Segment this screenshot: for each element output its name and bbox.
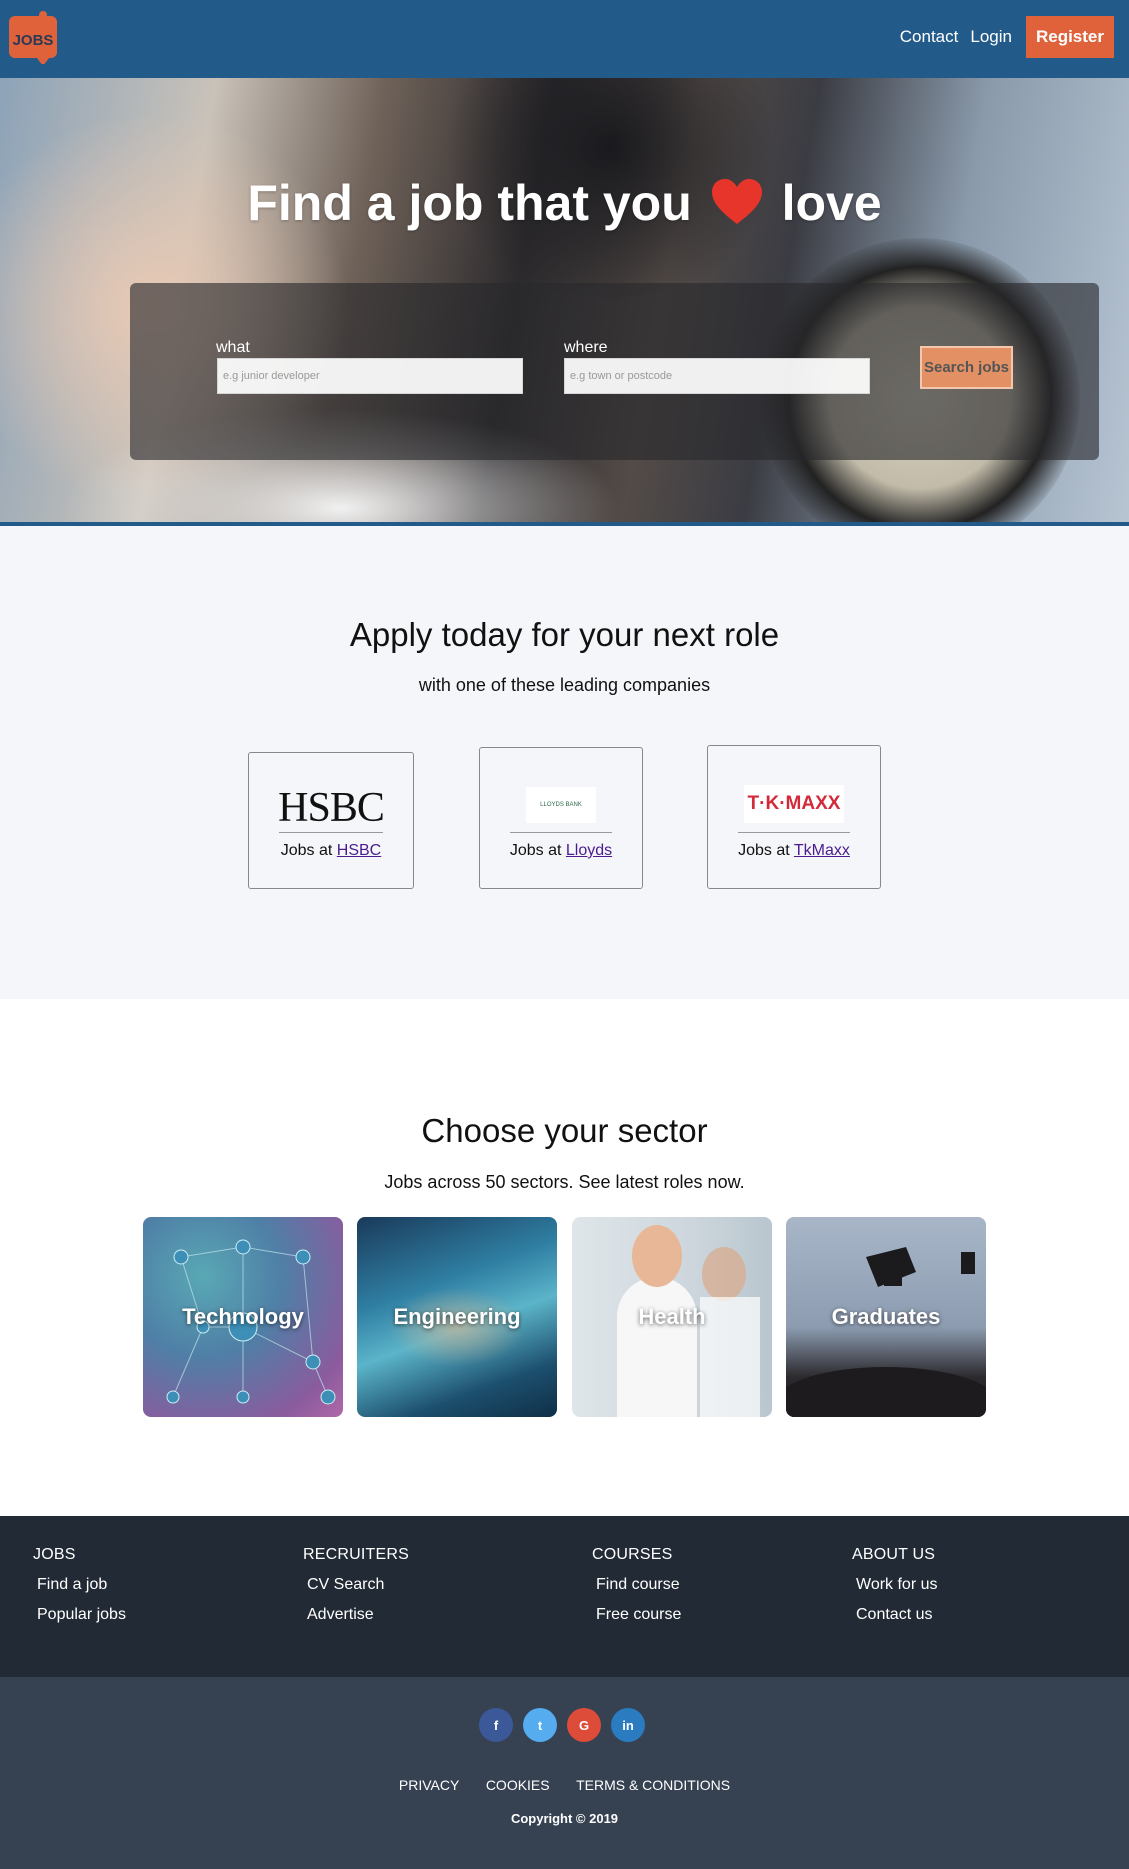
job-search-panel: what where Search jobs [130,283,1099,460]
hero-banner: Find a job that you love what where Sear… [0,78,1129,522]
sector-tile-technology[interactable]: Technology [143,1217,343,1417]
hsbc-logo-text: HSBC [278,784,385,831]
sectors-title: Choose your sector [421,1112,708,1149]
facebook-icon[interactable]: f [479,1708,513,1742]
sectors-subtitle: Jobs across 50 sectors. See latest roles… [384,1172,745,1192]
doctor2-coat-shape [700,1297,760,1417]
footer-link-popular-jobs[interactable]: Popular jobs [37,1600,126,1630]
privacy-link[interactable]: PRIVACY [399,1777,459,1793]
lloyds-logo-text: LLOYDS BANK [526,787,596,823]
sector-tile-graduates[interactable]: Graduates [786,1217,986,1417]
companies-title: Apply today for your next role [349,616,780,653]
where-label: where [564,339,608,356]
sector-label: Technology [182,1304,304,1329]
what-label: what [216,339,250,356]
footer-col-jobs: JOBS Find a job Popular jobs [33,1546,126,1630]
lloyds-jobs-link[interactable]: Lloyds [566,842,612,859]
hsbc-jobs-link[interactable]: HSBC [337,842,381,859]
company-card-lloyds: LLOYDS BANK Jobs at Lloyds [479,747,643,889]
footer-link-contact-us[interactable]: Contact us [856,1600,938,1630]
footer-link-advertise[interactable]: Advertise [307,1600,409,1630]
footer-heading: RECRUITERS [303,1546,410,1563]
hero-title: Find a job that you love [0,174,1129,238]
companies-section: Apply today for your next role with one … [0,526,1129,999]
sector-tile-engineering[interactable]: Engineering [357,1217,557,1417]
register-button[interactable]: Register [1025,16,1114,58]
lloyds-logo: LLOYDS BANK [510,778,612,833]
company-caption: Jobs at Lloyds [480,842,642,860]
sector-label: Engineering [393,1304,521,1329]
doctor-coat-shape [617,1277,697,1417]
google-plus-icon[interactable]: G [567,1708,601,1742]
what-input[interactable] [217,358,523,394]
tkmaxx-logo-text: T·K·MAXX [744,785,844,823]
search-jobs-button[interactable]: Search jobs [920,346,1013,389]
footer-col-courses: COURSES Find course Free course [592,1546,681,1630]
footer-col-about-us: ABOUT US Work for us Contact us [852,1546,938,1630]
caption-prefix: Jobs at [280,842,337,859]
footer-heading: JOBS [33,1546,76,1563]
hero-title-start: Find a job that you [247,175,692,231]
footer-heading: COURSES [592,1546,673,1563]
companies-subtitle: with one of these leading companies [418,675,711,695]
heart-icon [710,178,764,238]
terms-link[interactable]: TERMS & CONDITIONS [576,1777,730,1793]
footer-link-work-for-us[interactable]: Work for us [856,1570,938,1600]
footer-links: JOBS Find a job Popular jobs RECRUITERS … [0,1516,1129,1677]
footer-link-cv-search[interactable]: CV Search [307,1570,409,1600]
where-input[interactable] [564,358,870,394]
company-card-tkmaxx: T·K·MAXX Jobs at TkMaxx [707,745,881,889]
footer-link-free-course[interactable]: Free course [596,1600,681,1630]
logo-text: JOBS [13,32,54,49]
sectors-section: Choose your sector Jobs across 50 sector… [0,999,1129,1516]
caption-prefix: Jobs at [738,842,794,859]
doctor-face-shape [632,1225,682,1287]
legal-links: PRIVACY COOKIES TERMS & CONDITIONS [0,1777,1129,1795]
twitter-icon[interactable]: t [523,1708,557,1742]
caption-prefix: Jobs at [509,842,566,859]
footer-link-find-a-job[interactable]: Find a job [37,1570,126,1600]
company-card-hsbc: HSBC Jobs at HSBC [248,752,414,889]
footer-col-recruiters: RECRUITERS CV Search Advertise [303,1546,409,1630]
hero-title-end: love [781,175,882,231]
nav-contact-link[interactable]: Contact [900,27,959,47]
tkmaxx-jobs-link[interactable]: TkMaxx [794,842,850,859]
company-caption: Jobs at TkMaxx [708,842,880,860]
nav-login-link[interactable]: Login [970,27,1012,47]
footer-heading: ABOUT US [852,1546,936,1563]
company-caption: Jobs at HSBC [249,842,413,860]
footer-bottom: f t G in PRIVACY COOKIES TERMS & CONDITI… [0,1677,1129,1869]
jobs-logo[interactable]: JOBS [9,10,61,66]
tkmaxx-logo: T·K·MAXX [738,776,850,833]
sector-label: Graduates [831,1304,941,1329]
copyright-text: Copyright © 2019 [510,1811,619,1826]
linkedin-icon[interactable]: in [611,1708,645,1742]
site-header: JOBS Contact Login Register [0,0,1129,78]
sector-label: Health [638,1304,706,1329]
sector-tile-health[interactable]: Health [572,1217,772,1417]
cookies-link[interactable]: COOKIES [486,1777,550,1793]
doctor2-face-shape [702,1247,746,1301]
hsbc-logo: HSBC [278,783,385,833]
main-nav: Contact Login Register [900,16,1114,58]
footer-link-find-course[interactable]: Find course [596,1570,681,1600]
